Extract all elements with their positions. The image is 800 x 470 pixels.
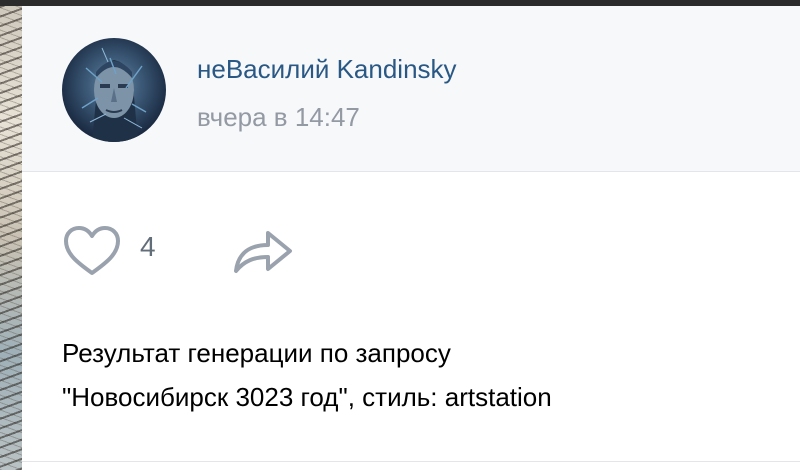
- background-image-strip: [0, 6, 22, 470]
- post-actions-bar: 4: [22, 171, 800, 321]
- post-header: неВасилий Kandinsky вчера в 14:47: [22, 6, 800, 172]
- heart-outline-icon: [64, 226, 120, 275]
- author-name-link[interactable]: неВасилий Kandinsky: [197, 54, 457, 85]
- share-button[interactable]: [228, 223, 298, 279]
- like-button[interactable]: [60, 223, 124, 279]
- share-arrow-icon: [234, 231, 292, 273]
- avatar-portrait-image: [81, 47, 147, 142]
- avatar[interactable]: [62, 38, 166, 142]
- post-timestamp[interactable]: вчера в 14:47: [197, 102, 360, 133]
- like-count: 4: [140, 231, 156, 262]
- post-text-line: Результат генерации по запросу: [62, 338, 451, 368]
- post-text: Результат генерации по запросу "Новосиби…: [62, 331, 782, 419]
- divider: [22, 461, 800, 462]
- post-text-line: "Новосибирск 3023 год", стиль: artstatio…: [62, 382, 552, 412]
- post-card: неВасилий Kandinsky вчера в 14:47 4 Резу…: [22, 6, 800, 470]
